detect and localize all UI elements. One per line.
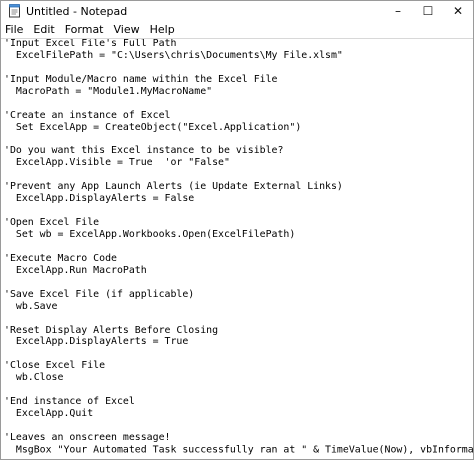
editor-line-text (4, 241, 10, 252)
editor-line-text (4, 384, 10, 395)
editor-line-text: 'Input Module/Macro name within the Exce… (4, 73, 278, 85)
editor-line-text: Set ExcelApp = CreateObject("Excel.Appli… (4, 121, 302, 133)
editor-line-text: ExcelApp.Quit (4, 408, 94, 420)
editor-line: ExcelApp.DisplayAlerts = False (4, 193, 473, 205)
minimize-button[interactable]: – (383, 1, 413, 21)
editor-content[interactable]: 'Input Excel File's Full Path ExcelFileP… (4, 38, 473, 456)
editor-line-text: 'Create an instance of Excel (4, 109, 171, 121)
close-icon: ✕ (452, 4, 464, 18)
editor-line: 'Reset Display Alerts Before Closing (4, 325, 473, 337)
editor-line-text: 'Open Excel File (4, 217, 100, 229)
editor-line (4, 62, 473, 74)
editor-line-text (4, 277, 10, 288)
editor-line: ExcelApp.Quit (4, 408, 473, 420)
editor-line (4, 313, 473, 325)
menu-file[interactable]: File (1, 21, 28, 38)
editor-line: ExcelFilePath = "C:\Users\chris\Document… (4, 50, 473, 62)
editor-line-text (4, 313, 10, 324)
editor-line-text: 'Input Excel File's Full Path (4, 38, 177, 49)
editor-line-text (4, 420, 10, 431)
editor-line-text: 'End instance of Excel (4, 396, 135, 408)
editor-line-text: 'Leaves an onscreen message! (4, 431, 171, 443)
editor-line: ExcelApp.Run MacroPath (4, 265, 473, 277)
editor-line-text: ExcelFilePath = "C:\Users\chris\Document… (4, 49, 343, 61)
editor-line (4, 348, 473, 360)
title-bar[interactable]: Untitled - Notepad – ☐ ✕ (1, 1, 473, 21)
editor-line: wb.Save (4, 301, 473, 313)
editor-line: 'Input Module/Macro name within the Exce… (4, 74, 473, 86)
editor-line-text: 'Save Excel File (if applicable) (4, 288, 195, 300)
editor-line (4, 98, 473, 110)
minimize-icon: – (395, 4, 401, 18)
editor-line (4, 384, 473, 396)
editor-line: 'Input Excel File's Full Path (4, 38, 473, 50)
editor-line-text (4, 205, 10, 216)
editor-line: 'Do you want this Excel instance to be v… (4, 145, 473, 157)
editor-line-text: ExcelApp.Visible = True 'or "False" (4, 157, 230, 169)
editor-line (4, 134, 473, 146)
editor-line-text (4, 134, 10, 145)
maximize-icon: ☐ (422, 4, 434, 18)
editor-line: 'Open Excel File (4, 217, 473, 229)
editor-line-text: 'Reset Display Alerts Before Closing (4, 324, 219, 336)
menu-help[interactable]: Help (145, 21, 180, 38)
editor-line: 'Leaves an onscreen message! (4, 432, 473, 444)
editor-line-text: MacroPath = "Module1.MyMacroName" (4, 85, 213, 97)
close-button[interactable]: ✕ (443, 1, 473, 21)
menu-format[interactable]: Format (60, 21, 109, 38)
editor-line-text: ExcelApp.DisplayAlerts = True (4, 336, 189, 348)
editor-line-text (4, 62, 10, 73)
editor-line-text: ExcelApp.DisplayAlerts = False (4, 193, 195, 205)
editor-line (4, 277, 473, 289)
editor-line-text (4, 98, 10, 109)
editor-line-text: wb.Save (4, 300, 58, 312)
editor-line: ExcelApp.Visible = True 'or "False" (4, 157, 473, 169)
editor-line: 'Create an instance of Excel (4, 110, 473, 122)
editor-line-text: MsgBox "Your Automated Task successfully… (4, 444, 473, 456)
editor-line: 'Close Excel File (4, 360, 473, 372)
editor-line-text: ExcelApp.Run MacroPath (4, 264, 147, 276)
editor-line-text: wb.Close (4, 372, 64, 384)
editor-line: Set ExcelApp = CreateObject("Excel.Appli… (4, 122, 473, 134)
editor-line: ExcelApp.DisplayAlerts = True (4, 336, 473, 348)
editor-line-text: 'Close Excel File (4, 360, 106, 372)
editor-line-text (4, 348, 10, 359)
editor-line (4, 420, 473, 432)
maximize-button[interactable]: ☐ (413, 1, 443, 21)
window-controls: – ☐ ✕ (383, 1, 473, 21)
editor-line: wb.Close (4, 372, 473, 384)
editor-line (4, 169, 473, 181)
menu-bar: File Edit Format View Help (1, 21, 473, 38)
editor-line: MsgBox "Your Automated Task successfully… (4, 444, 473, 456)
editor-line: MacroPath = "Module1.MyMacroName" (4, 86, 473, 98)
editor-line-text: 'Execute Macro Code (4, 252, 117, 264)
editor-line: 'End instance of Excel (4, 396, 473, 408)
editor-line-text: 'Prevent any App Launch Alerts (ie Updat… (4, 181, 343, 193)
editor-line (4, 241, 473, 253)
notepad-icon (7, 4, 21, 18)
editor-line: 'Save Excel File (if applicable) (4, 289, 473, 301)
menu-edit[interactable]: Edit (28, 21, 59, 38)
editor-line-text (4, 169, 10, 180)
editor-line (4, 205, 473, 217)
editor-line-text: Set wb = ExcelApp.Workbooks.Open(ExcelFi… (4, 229, 296, 240)
editor-line: Set wb = ExcelApp.Workbooks.Open(ExcelFi… (4, 229, 473, 241)
window-title: Untitled - Notepad (26, 4, 128, 18)
editor-line: 'Execute Macro Code (4, 253, 473, 265)
menu-view[interactable]: View (109, 21, 145, 38)
editor-line-text: 'Do you want this Excel instance to be v… (4, 145, 284, 157)
text-editor[interactable]: 'Input Excel File's Full Path ExcelFileP… (1, 38, 473, 459)
editor-line: 'Prevent any App Launch Alerts (ie Updat… (4, 181, 473, 193)
notepad-window: Untitled - Notepad – ☐ ✕ File Edit Forma… (0, 0, 474, 460)
